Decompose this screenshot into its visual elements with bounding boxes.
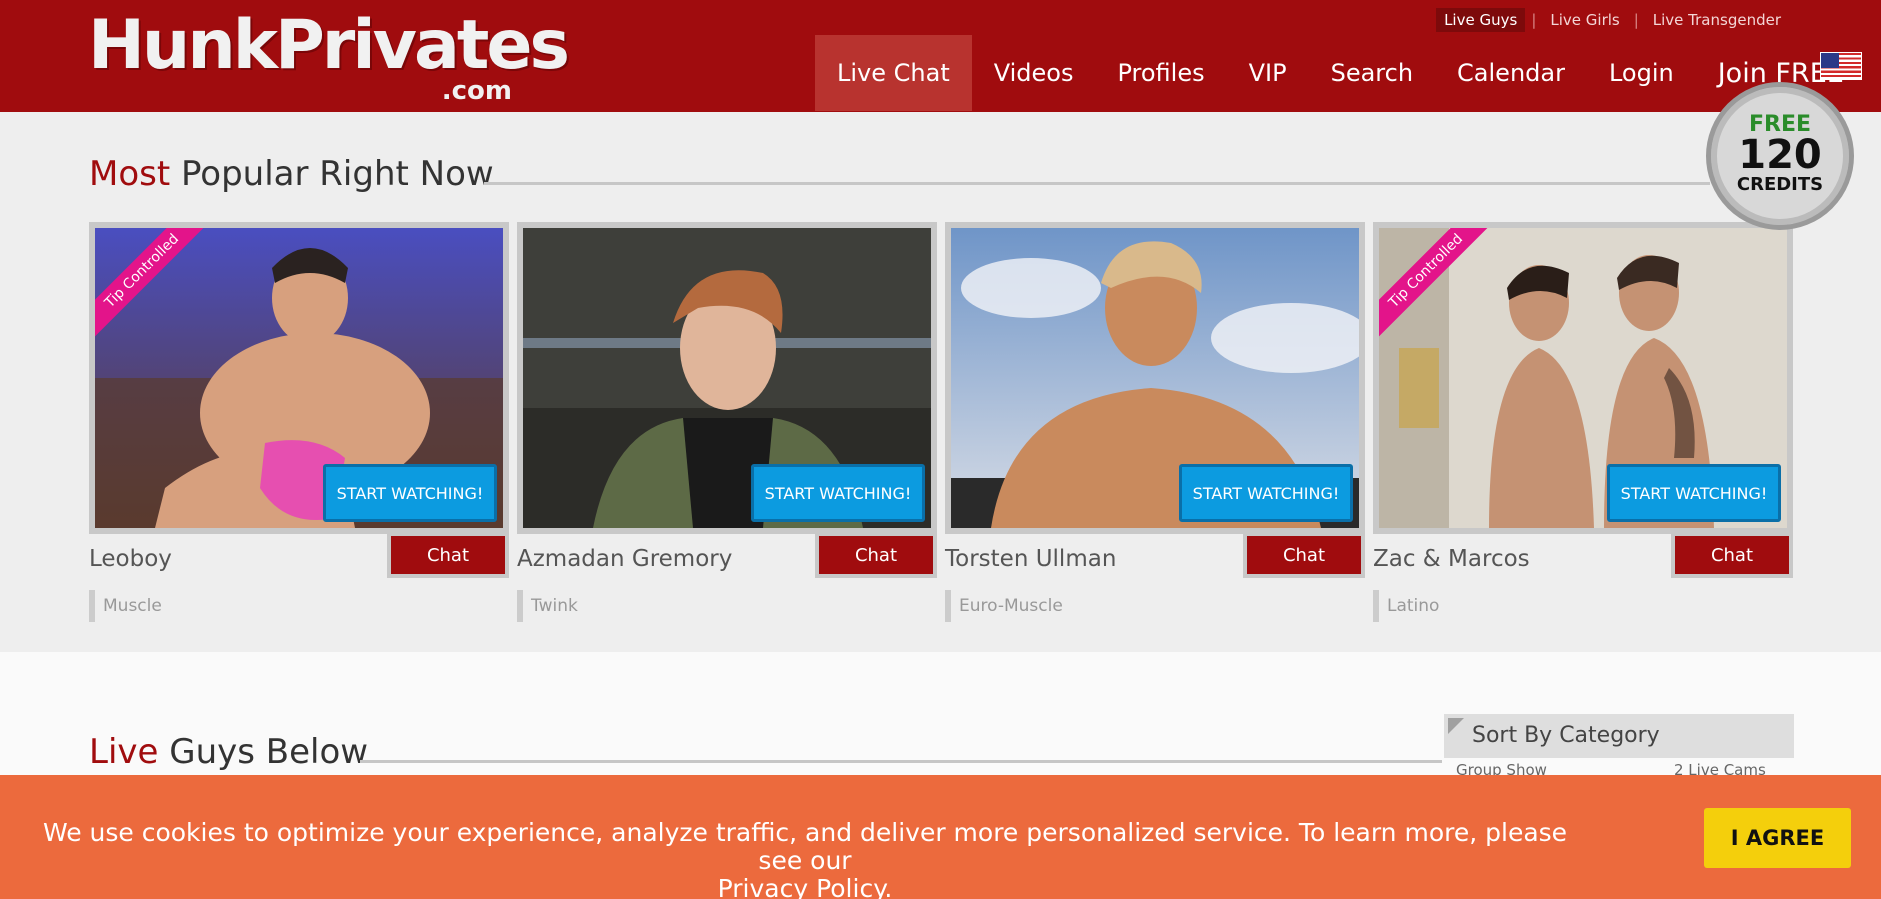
- performer-card[interactable]: START WATCHING! Azmadan Gremory Chat Twi…: [517, 222, 937, 622]
- nav-vip[interactable]: VIP: [1227, 35, 1309, 111]
- nav-search[interactable]: Search: [1309, 35, 1435, 111]
- separator: |: [1633, 11, 1639, 29]
- sort-panel-header: Sort By Category: [1444, 714, 1794, 758]
- toplink-live-transgender[interactable]: Live Transgender: [1645, 8, 1789, 32]
- title-accent: Live: [89, 732, 159, 772]
- performer-thumbnail[interactable]: START WATCHING!: [523, 228, 931, 528]
- separator: |: [1531, 11, 1537, 29]
- start-watching-button[interactable]: START WATCHING!: [1179, 464, 1353, 522]
- toplink-live-girls[interactable]: Live Girls: [1542, 8, 1627, 32]
- title-divider: [360, 760, 1442, 763]
- performer-name[interactable]: Zac & Marcos: [1373, 544, 1530, 574]
- category-switcher: Live Guys | Live Girls | Live Transgende…: [1436, 6, 1789, 34]
- badge-amount: 120: [1738, 132, 1822, 178]
- chat-button[interactable]: Chat: [1675, 536, 1789, 574]
- card-frame: Tip Controlled START WATCHING!: [89, 222, 509, 534]
- nav-videos[interactable]: Videos: [972, 35, 1096, 111]
- main-nav: Live Chat Videos Profiles VIP Search Cal…: [815, 35, 1866, 111]
- start-watching-button[interactable]: START WATCHING!: [1607, 464, 1781, 522]
- performer-category: Latino: [1373, 590, 1439, 622]
- section-title-popular: Most Popular Right Now: [89, 152, 494, 196]
- site-header: HunkPrivates .com Live Guys | Live Girls…: [0, 0, 1881, 112]
- card-frame: START WATCHING!: [517, 222, 937, 534]
- start-watching-button[interactable]: START WATCHING!: [323, 464, 497, 522]
- performer-name[interactable]: Azmadan Gremory: [517, 544, 732, 574]
- performer-name[interactable]: Torsten Ullman: [945, 544, 1116, 574]
- performer-name[interactable]: Leoboy: [89, 544, 172, 574]
- chat-button[interactable]: Chat: [1247, 536, 1361, 574]
- nav-login[interactable]: Login: [1587, 35, 1696, 111]
- chat-button[interactable]: Chat: [391, 536, 505, 574]
- badge-credits-label: CREDITS: [1736, 174, 1824, 195]
- nav-live-chat[interactable]: Live Chat: [815, 35, 972, 111]
- chat-button-frame: Chat: [1243, 532, 1365, 578]
- performer-thumbnail[interactable]: Tip Controlled START WATCHING!: [95, 228, 503, 528]
- title-divider: [484, 182, 1710, 185]
- title-rest: Guys Below: [169, 732, 369, 772]
- card-frame: START WATCHING!: [945, 222, 1365, 534]
- free-credits-badge[interactable]: FREE 120 CREDITS: [1706, 82, 1854, 230]
- chat-button-frame: Chat: [387, 532, 509, 578]
- performer-category: Euro-Muscle: [945, 590, 1063, 622]
- nav-calendar[interactable]: Calendar: [1435, 35, 1587, 111]
- performer-card[interactable]: Tip Controlled START WATCHING! Zac & Mar…: [1373, 222, 1793, 622]
- title-rest: Popular Right Now: [181, 154, 494, 194]
- cookie-text: We use cookies to optimize your experien…: [42, 818, 1568, 875]
- performer-thumbnail[interactable]: START WATCHING!: [951, 228, 1359, 528]
- performer-card[interactable]: START WATCHING! Torsten Ullman Chat Euro…: [945, 222, 1365, 622]
- most-popular-section: Most Popular Right Now Tip Controlled ST…: [0, 112, 1881, 652]
- nav-profiles[interactable]: Profiles: [1095, 35, 1226, 111]
- sort-panel-title: Sort By Category: [1472, 723, 1660, 748]
- site-logo[interactable]: HunkPrivates .com: [88, 4, 570, 108]
- start-watching-button[interactable]: START WATCHING!: [751, 464, 925, 522]
- logo-domain: .com: [441, 76, 512, 106]
- performer-category: Twink: [517, 590, 578, 622]
- performer-card[interactable]: Tip Controlled START WATCHING! Leoboy Ch…: [89, 222, 509, 622]
- corner-decoration: [1448, 718, 1464, 734]
- agree-button[interactable]: I AGREE: [1704, 808, 1851, 868]
- privacy-policy-link[interactable]: Privacy Policy.: [718, 874, 893, 899]
- section-title-live: Live Guys Below: [89, 730, 368, 774]
- title-accent: Most: [89, 154, 171, 194]
- flag-canton: [1821, 53, 1839, 68]
- cookie-banner: We use cookies to optimize your experien…: [0, 775, 1881, 899]
- performer-category: Muscle: [89, 590, 162, 622]
- card-frame: Tip Controlled START WATCHING!: [1373, 222, 1793, 534]
- chat-button-frame: Chat: [815, 532, 937, 578]
- performer-thumbnail[interactable]: Tip Controlled START WATCHING!: [1379, 228, 1787, 528]
- chat-button[interactable]: Chat: [819, 536, 933, 574]
- us-flag-icon[interactable]: [1820, 52, 1862, 80]
- cookie-message: We use cookies to optimize your experien…: [40, 819, 1570, 899]
- chat-button-frame: Chat: [1671, 532, 1793, 578]
- toplink-live-guys[interactable]: Live Guys: [1436, 8, 1526, 32]
